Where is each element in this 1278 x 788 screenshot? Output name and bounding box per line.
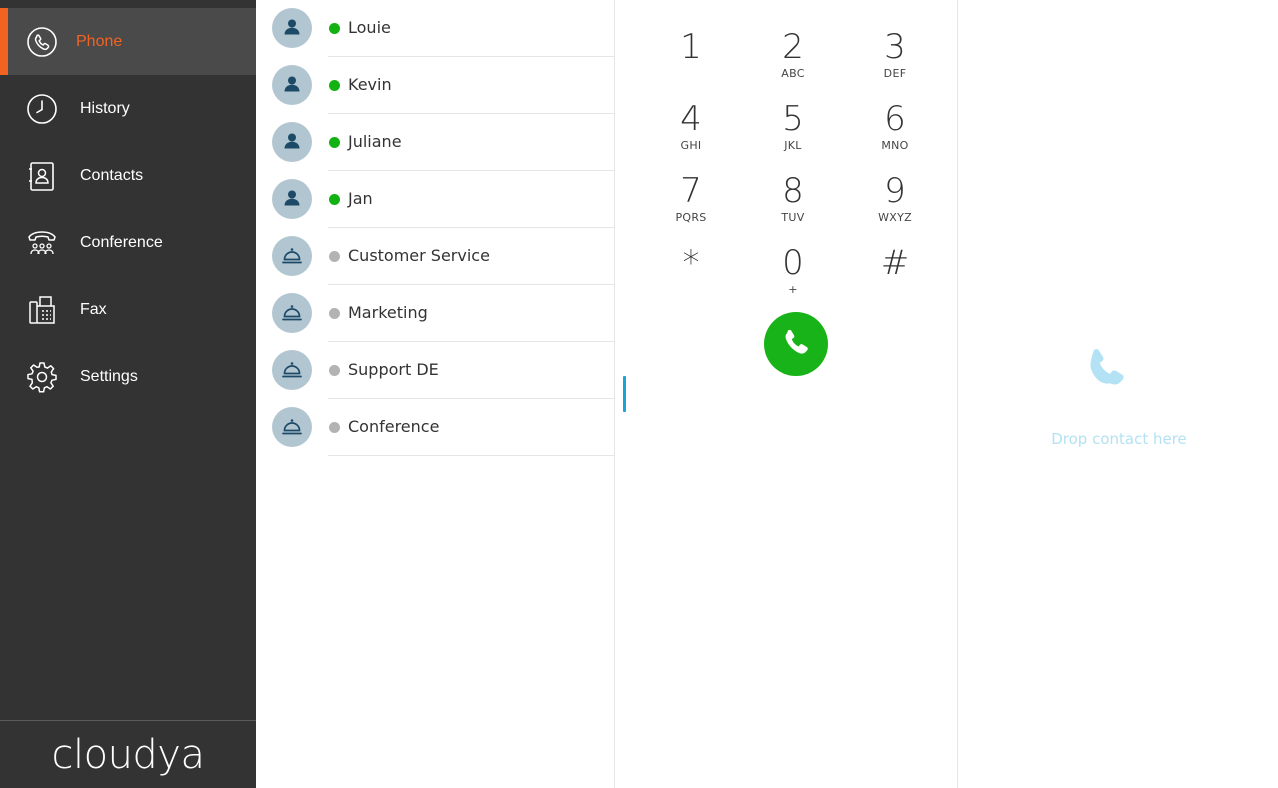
contact-name: Customer Service <box>348 246 490 265</box>
status-dot-online <box>329 80 340 91</box>
status-dot-offline <box>329 365 340 376</box>
dial-key-digit: 1 <box>680 27 702 67</box>
status-dot-offline <box>329 308 340 319</box>
nav-item-contacts[interactable]: Contacts <box>0 142 256 209</box>
drop-zone[interactable]: Drop contact here <box>958 0 1278 788</box>
dial-key-digit: 6 <box>884 99 906 139</box>
dial-key-star[interactable]: * <box>651 243 731 307</box>
gear-icon <box>26 361 58 393</box>
contact-name: Marketing <box>348 303 428 322</box>
status-dot-online <box>329 194 340 205</box>
dial-key-letters: WXYZ <box>878 211 912 224</box>
dial-key-5[interactable]: 5 JKL <box>753 99 833 163</box>
resize-handle[interactable] <box>623 376 626 412</box>
dial-key-letters: DEF <box>883 67 907 80</box>
dial-key-digit: 2 <box>782 27 804 67</box>
dial-key-letters: MNO <box>881 139 909 152</box>
clock-icon <box>26 93 58 125</box>
service-bell-icon <box>272 350 312 390</box>
nav-label-fax: Fax <box>80 300 107 318</box>
contact-item-customer-service[interactable]: Customer Service <box>256 228 614 285</box>
dial-key-1[interactable]: 1 <box>651 27 731 91</box>
service-bell-icon <box>272 236 312 276</box>
dial-key-letters: PQRS <box>675 211 707 224</box>
contact-item-jan[interactable]: Jan <box>256 171 614 228</box>
contact-item-support-de[interactable]: Support DE <box>256 342 614 399</box>
status-dot-online <box>329 137 340 148</box>
dial-key-letters: JKL <box>784 139 802 152</box>
nav-label-phone: Phone <box>76 32 123 50</box>
dial-key-hash[interactable]: # <box>855 243 935 307</box>
service-bell-icon <box>272 293 312 333</box>
phone-handset-icon <box>785 329 808 354</box>
dial-key-digit: 3 <box>884 27 906 67</box>
dial-key-digit: * <box>682 243 700 283</box>
contact-list: Louie Kevin Juliane Jan Customer Service <box>256 0 615 788</box>
contact-item-conference[interactable]: Conference <box>256 399 614 456</box>
contact-item-louie[interactable]: Louie <box>256 0 614 57</box>
contact-name: Louie <box>348 18 391 37</box>
nav-item-history[interactable]: History <box>0 75 256 142</box>
dial-key-7[interactable]: 7 PQRS <box>651 171 731 235</box>
contact-name: Juliane <box>348 132 402 151</box>
nav-label-conference: Conference <box>80 233 163 251</box>
dial-key-digit: 4 <box>680 99 702 139</box>
dialpad: 1 2 ABC 3 DEF 4 GHI 5 JKL 6 MNO 7 PQRS 8… <box>615 0 958 788</box>
nav-item-conference[interactable]: Conference <box>0 209 256 276</box>
nav-label-contacts: Contacts <box>80 166 144 184</box>
conference-phone-icon <box>26 227 58 259</box>
call-button[interactable] <box>764 312 828 376</box>
dial-key-digit: 0 <box>782 243 804 283</box>
contact-item-kevin[interactable]: Kevin <box>256 57 614 114</box>
contact-item-marketing[interactable]: Marketing <box>256 285 614 342</box>
brand-logo: cloudya <box>0 720 256 788</box>
service-bell-icon <box>272 407 312 447</box>
contact-card-icon <box>26 160 58 192</box>
contact-name: Conference <box>348 417 440 436</box>
dial-key-digit: 8 <box>782 171 804 211</box>
dial-key-6[interactable]: 6 MNO <box>855 99 935 163</box>
status-dot-online <box>329 23 340 34</box>
contact-name: Support DE <box>348 360 439 379</box>
phone-handset-icon <box>1090 349 1124 385</box>
nav-label-history: History <box>80 99 130 117</box>
user-avatar-icon <box>272 122 312 162</box>
contact-name: Jan <box>348 189 373 208</box>
dial-key-letters: + <box>788 283 798 296</box>
dial-key-digit: # <box>880 243 910 283</box>
user-avatar-icon <box>272 65 312 105</box>
nav-item-settings[interactable]: Settings <box>0 343 256 410</box>
dial-key-9[interactable]: 9 WXYZ <box>855 171 935 235</box>
dial-key-digit: 5 <box>782 99 804 139</box>
divider <box>328 455 614 456</box>
user-avatar-icon <box>272 8 312 48</box>
dial-key-8[interactable]: 8 TUV <box>753 171 833 235</box>
nav-item-fax[interactable]: Fax <box>0 276 256 343</box>
sidebar: Phone History Contacts Conference Fax Se… <box>0 0 256 788</box>
dial-key-digit: 7 <box>680 171 702 211</box>
contact-name: Kevin <box>348 75 392 94</box>
dial-key-3[interactable]: 3 DEF <box>855 27 935 91</box>
dial-key-2[interactable]: 2 ABC <box>753 27 833 91</box>
dial-key-letters: GHI <box>680 139 702 152</box>
nav-item-phone[interactable]: Phone <box>0 8 256 75</box>
status-dot-offline <box>329 422 340 433</box>
fax-icon <box>26 294 58 326</box>
phone-icon <box>26 26 58 58</box>
dial-key-letters: ABC <box>781 67 805 80</box>
drop-zone-label: Drop contact here <box>1051 430 1187 448</box>
user-avatar-icon <box>272 179 312 219</box>
dial-key-digit: 9 <box>884 171 906 211</box>
status-dot-offline <box>329 251 340 262</box>
nav-label-settings: Settings <box>80 367 138 385</box>
contact-item-juliane[interactable]: Juliane <box>256 114 614 171</box>
dial-key-letters: TUV <box>781 211 805 224</box>
dial-key-4[interactable]: 4 GHI <box>651 99 731 163</box>
dial-key-0[interactable]: 0 + <box>753 243 833 307</box>
